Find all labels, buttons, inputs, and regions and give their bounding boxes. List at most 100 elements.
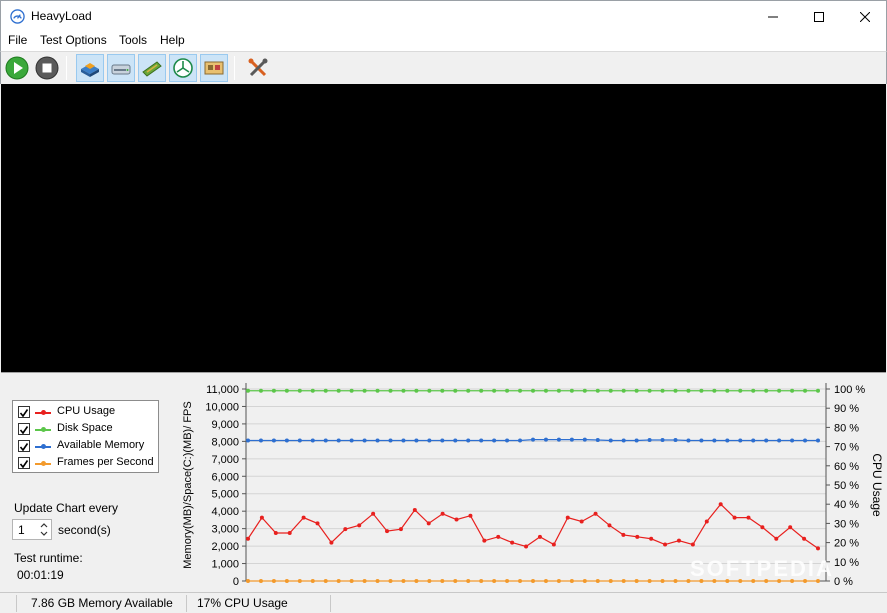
data-point-cpu-usage bbox=[690, 542, 695, 547]
gpu-load-button[interactable] bbox=[200, 54, 228, 82]
data-point-available-memory bbox=[323, 438, 328, 443]
legend-label: Frames per Second bbox=[57, 456, 154, 468]
data-point-disk-space bbox=[699, 388, 704, 393]
data-point-frames-per-second bbox=[336, 579, 341, 583]
data-point-available-memory bbox=[556, 437, 561, 442]
data-point-available-memory bbox=[401, 438, 406, 443]
data-point-available-memory bbox=[725, 438, 730, 443]
data-point-cpu-usage bbox=[273, 531, 278, 535]
close-icon bbox=[860, 11, 870, 22]
data-point-cpu-usage bbox=[565, 515, 570, 520]
start-button[interactable] bbox=[3, 54, 31, 82]
data-point-cpu-usage bbox=[412, 507, 417, 512]
data-point-available-memory bbox=[531, 437, 535, 442]
y2-tick-label: 30 % bbox=[834, 518, 859, 530]
data-point-frames-per-second bbox=[505, 579, 510, 583]
checkbox-checked-icon[interactable] bbox=[18, 406, 30, 418]
toolbar bbox=[0, 51, 887, 84]
load-visualization-pane bbox=[1, 84, 886, 372]
status-bar: 7.86 GB Memory Available 17% CPU Usage bbox=[0, 592, 887, 613]
close-button[interactable] bbox=[842, 1, 887, 32]
data-point-disk-space bbox=[608, 388, 613, 393]
data-point-disk-space bbox=[505, 388, 510, 393]
data-point-disk-space bbox=[492, 388, 497, 393]
legend-item-cpu[interactable]: CPU Usage bbox=[17, 404, 157, 420]
data-point-cpu-usage bbox=[816, 546, 820, 551]
legend-item-disk[interactable]: Disk Space bbox=[17, 421, 157, 437]
data-point-available-memory bbox=[660, 437, 665, 442]
tools-button[interactable] bbox=[244, 54, 272, 82]
y2-tick-label: 10 % bbox=[834, 557, 859, 569]
cpu-load-button[interactable] bbox=[76, 54, 104, 82]
data-point-frames-per-second bbox=[621, 579, 626, 583]
legend-item-memory[interactable]: Available Memory bbox=[17, 438, 157, 454]
update-interval-value[interactable]: 1 bbox=[18, 523, 25, 537]
minimize-button[interactable] bbox=[750, 1, 796, 32]
data-point-disk-space bbox=[543, 388, 548, 393]
data-point-disk-space bbox=[479, 388, 484, 393]
runtime-value: 00:01:19 bbox=[17, 568, 64, 582]
tree-walker-button[interactable] bbox=[169, 54, 197, 82]
data-point-available-memory bbox=[595, 437, 600, 442]
maximize-button[interactable] bbox=[796, 1, 842, 32]
data-point-disk-space bbox=[569, 388, 574, 393]
data-point-disk-space bbox=[440, 388, 445, 393]
data-point-frames-per-second bbox=[349, 579, 354, 583]
data-point-cpu-usage bbox=[607, 523, 612, 528]
data-point-available-memory bbox=[505, 438, 510, 443]
data-point-cpu-usage bbox=[371, 511, 376, 516]
data-point-disk-space bbox=[246, 388, 250, 393]
data-point-disk-space bbox=[582, 388, 587, 393]
data-point-frames-per-second bbox=[310, 579, 315, 583]
data-point-disk-space bbox=[518, 388, 523, 393]
menu-help[interactable]: Help bbox=[160, 33, 185, 47]
y2-tick-label: 100 % bbox=[834, 384, 865, 396]
data-point-disk-space bbox=[686, 388, 691, 393]
data-point-frames-per-second bbox=[582, 579, 587, 583]
data-point-disk-space bbox=[556, 388, 561, 393]
menu-tools[interactable]: Tools bbox=[119, 33, 147, 47]
menu-test-options[interactable]: Test Options bbox=[40, 33, 107, 47]
maximize-icon bbox=[814, 11, 824, 22]
data-point-cpu-usage bbox=[496, 534, 501, 539]
checkbox-checked-icon[interactable] bbox=[18, 423, 30, 435]
data-point-disk-space bbox=[453, 388, 458, 393]
data-point-frames-per-second bbox=[479, 579, 484, 583]
data-point-cpu-usage bbox=[746, 515, 751, 520]
y2-tick-label: 60 % bbox=[834, 461, 859, 473]
data-point-available-memory bbox=[492, 438, 497, 443]
legend-item-fps[interactable]: Frames per Second bbox=[17, 455, 157, 471]
gpu-load-icon bbox=[204, 61, 224, 75]
menu-file[interactable]: File bbox=[8, 33, 27, 47]
data-point-frames-per-second bbox=[634, 579, 639, 583]
cpu-load-icon bbox=[81, 63, 99, 77]
spinner-arrows-icon[interactable] bbox=[39, 521, 49, 538]
data-point-frames-per-second bbox=[569, 579, 574, 583]
disk-write-button[interactable] bbox=[107, 54, 135, 82]
data-point-cpu-usage bbox=[398, 527, 403, 532]
data-point-disk-space bbox=[790, 388, 795, 393]
data-point-frames-per-second bbox=[427, 579, 432, 583]
checkbox-checked-icon[interactable] bbox=[18, 440, 30, 452]
data-point-available-memory bbox=[686, 438, 691, 443]
tree-walker-icon bbox=[173, 58, 193, 78]
data-point-available-memory bbox=[518, 438, 523, 443]
y-tick-label: 0 bbox=[233, 576, 239, 588]
data-point-cpu-usage bbox=[774, 536, 779, 541]
y-tick-label: 9,000 bbox=[211, 419, 239, 431]
data-point-disk-space bbox=[725, 388, 730, 393]
y2-tick-label: 50 % bbox=[834, 480, 859, 492]
y2-tick-label: 0 % bbox=[834, 576, 853, 588]
update-interval-spinner[interactable]: 1 bbox=[12, 519, 52, 540]
data-point-cpu-usage bbox=[357, 523, 362, 528]
data-point-disk-space bbox=[271, 388, 276, 393]
disk-write-icon bbox=[111, 64, 131, 75]
stop-button[interactable] bbox=[33, 54, 61, 82]
memory-load-button[interactable] bbox=[138, 54, 166, 82]
data-point-frames-per-second bbox=[246, 579, 250, 583]
y-tick-label: 6,000 bbox=[211, 471, 239, 483]
data-point-disk-space bbox=[738, 388, 743, 393]
data-point-cpu-usage bbox=[259, 515, 264, 520]
checkbox-checked-icon[interactable] bbox=[18, 457, 30, 469]
data-point-cpu-usage bbox=[315, 521, 320, 526]
